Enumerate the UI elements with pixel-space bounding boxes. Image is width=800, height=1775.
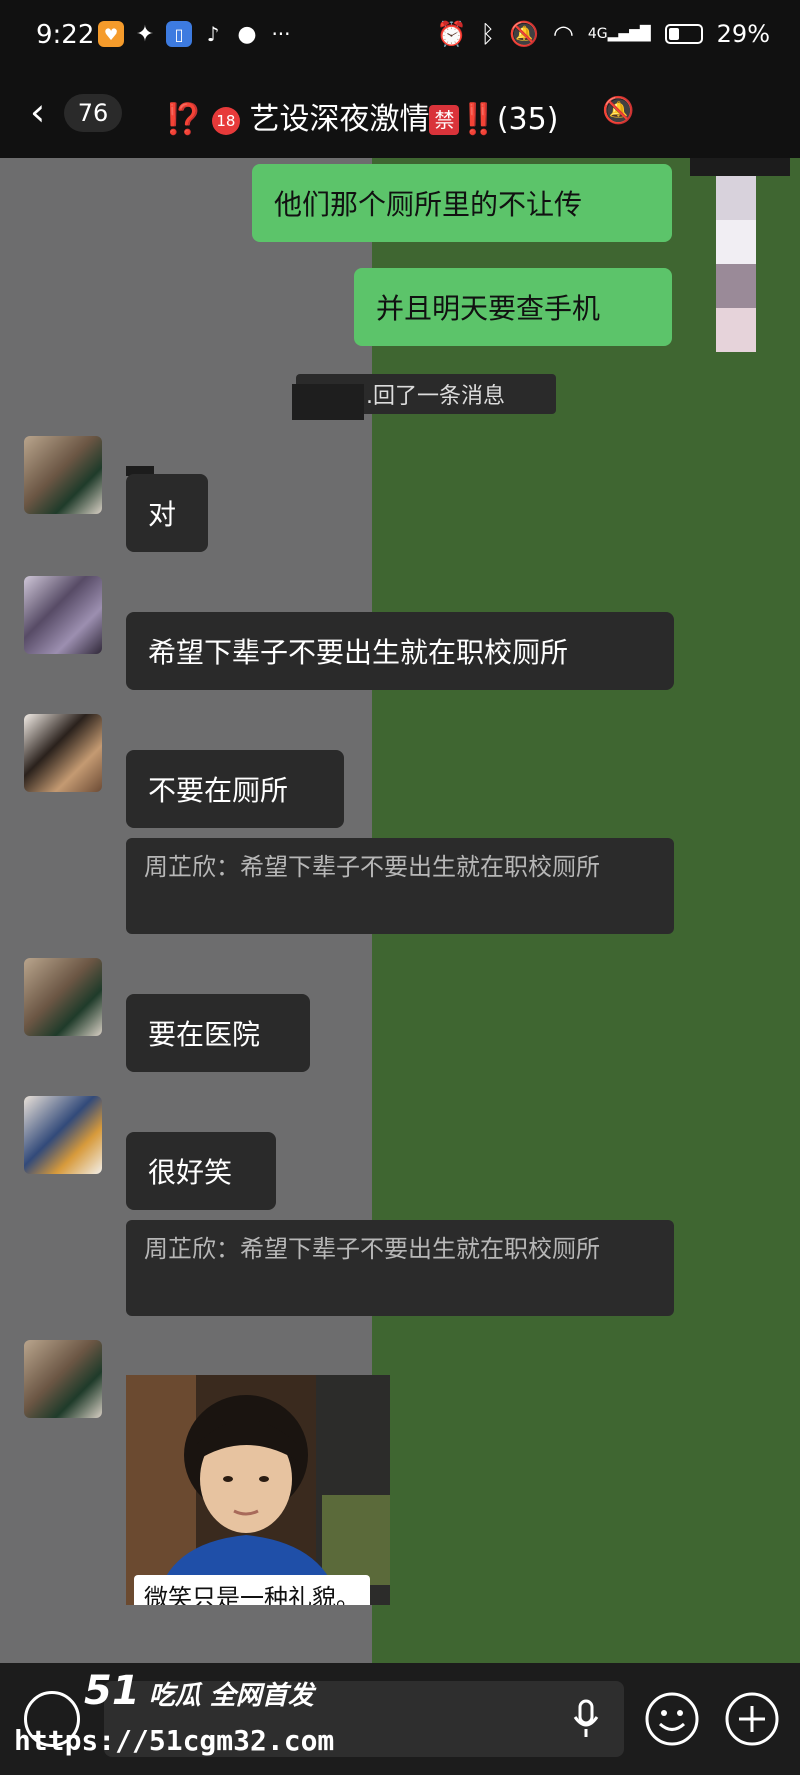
bluetooth-icon: ᛒ	[480, 20, 495, 48]
app-square-icon: ▯	[166, 21, 192, 47]
heart-app-icon: ♥	[98, 21, 124, 47]
more-plus-button[interactable]	[724, 1691, 780, 1751]
message-bubble-incoming[interactable]: 很好笑	[126, 1132, 276, 1210]
avatar-boy[interactable]	[24, 1340, 102, 1418]
wifi-icon: ◠	[552, 20, 574, 48]
avatar-boy[interactable]	[24, 958, 102, 1036]
watermark-number: 51	[84, 1668, 140, 1714]
avatar-girl[interactable]	[24, 714, 102, 792]
status-right: ⏰ ᛒ 🔕 ◠ 4G▂▄▆█ 29%	[437, 20, 770, 48]
message-bubble-incoming[interactable]: 不要在厕所	[126, 750, 344, 828]
watermark-brand: 51 吃瓜 全网首发	[84, 1668, 314, 1714]
title-badge-18: 18	[211, 107, 240, 135]
battery-icon	[664, 24, 703, 44]
wechat-icon: ✦	[135, 21, 155, 47]
avatar-anime[interactable]	[24, 576, 102, 654]
title-badge-ban: 禁	[429, 105, 460, 135]
message-bubble-incoming[interactable]: 希望下辈子不要出生就在职校厕所	[126, 612, 674, 690]
chat-bubble-icon: ●	[237, 21, 257, 47]
notification-icons: ♥ ✦ ▯ ♪ ● ···	[98, 21, 294, 47]
image-caption: 微笑只是一种礼貌。	[134, 1575, 370, 1605]
photo-boy	[126, 1375, 390, 1605]
title-emoji-suffix: ‼️	[459, 102, 497, 137]
member-count: (35)	[496, 102, 559, 137]
title-text: 艺设深夜激情	[249, 102, 430, 137]
signal-icon: 4G▂▄▆█	[587, 26, 651, 42]
chat-title[interactable]: ⁉️ 18 艺设深夜激情禁 ‼️(35)	[165, 94, 558, 138]
image-message[interactable]: 微笑只是一种礼貌。	[126, 1375, 390, 1605]
status-time: 9:22	[36, 20, 95, 50]
watermark-url: https://51cgm32.com	[14, 1724, 335, 1757]
message-bubble-outgoing[interactable]: 并且明天要查手机	[354, 268, 672, 346]
back-chevron-icon[interactable]: ‹	[30, 92, 45, 132]
mute-bell-icon: 🔕	[602, 96, 635, 126]
microphone-icon[interactable]	[572, 1699, 600, 1743]
unread-count-badge[interactable]: 76	[64, 94, 122, 132]
emoji-button[interactable]	[644, 1691, 700, 1751]
message-bubble-incoming[interactable]: 要在医院	[126, 994, 310, 1072]
mute-bell-icon: 🔕	[508, 20, 539, 48]
alarm-icon: ⏰	[436, 20, 467, 48]
battery-percent: 29%	[716, 20, 770, 48]
title-emoji-prefix: ⁉️	[165, 102, 203, 137]
chat-header: ‹ 76 ⁉️ 18 艺设深夜激情禁 ‼️(35) 🔕	[0, 70, 800, 158]
more-dots-icon: ···	[271, 22, 291, 46]
status-bar: 9:22 ♥ ✦ ▯ ♪ ● ··· ⏰ ᛒ 🔕 ◠ 4G▂▄▆█ 29%	[0, 0, 800, 70]
message-bubble-outgoing[interactable]: 他们那个厕所里的不让传	[252, 164, 672, 242]
tiktok-icon: ♪	[206, 22, 220, 46]
quoted-reply[interactable]: 周芷欣：希望下辈子不要出生就在职校厕所	[126, 1220, 674, 1316]
message-bubble-incoming[interactable]: 对	[126, 474, 208, 552]
quoted-reply[interactable]: 周芷欣：希望下辈子不要出生就在职校厕所	[126, 838, 674, 934]
watermark-brand-text: 吃瓜 全网首发	[148, 1681, 314, 1711]
redaction-block	[690, 158, 790, 176]
network-type: 4G	[587, 26, 608, 42]
pixelated-avatar	[716, 176, 756, 352]
avatar-boy[interactable]	[24, 436, 102, 514]
avatar-cartoon[interactable]	[24, 1096, 102, 1174]
redaction-block	[292, 384, 364, 420]
